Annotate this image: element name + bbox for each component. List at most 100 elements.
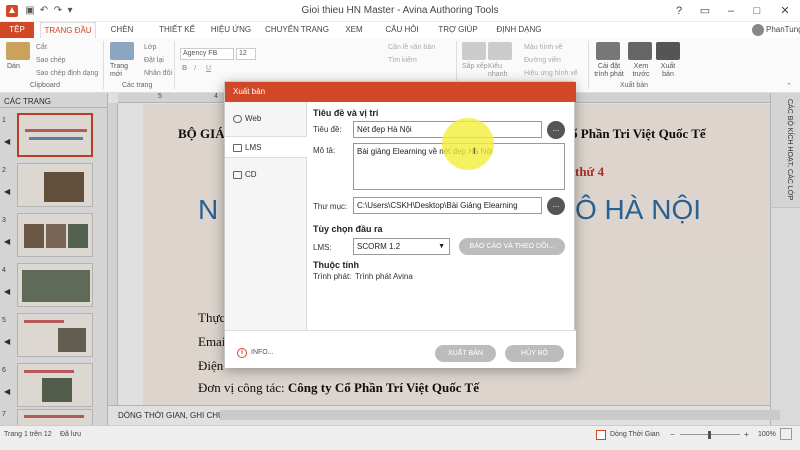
timeline-toggle-icon[interactable] [596,430,606,440]
lms-icon [233,144,242,152]
preview-icon[interactable] [628,42,652,60]
cursor-highlight [442,118,494,170]
dialog-footer: i INFO... XUẤT BẢN HỦY BỎ [225,330,576,368]
shape-effects-button[interactable]: Hiệu ứng hình vẽ [524,70,578,77]
arrange-button[interactable]: Sắp xếp [462,63,488,70]
divider [588,41,589,89]
tab-questions[interactable]: CÂU HỎI [382,22,422,38]
collapse-ribbon-icon[interactable]: ⌃ [786,82,792,90]
quick-style-button[interactable]: Kiểu nhanh [488,63,512,79]
font-size-combo[interactable]: 12 [236,48,256,60]
help-icon[interactable]: ? [666,0,692,22]
nav-cd[interactable]: CD [225,164,307,186]
description-label: Mô tả: [313,146,336,155]
title-bar: Gioi thieu HN Master - Avina Authoring T… [0,0,800,22]
ribbon-display-icon[interactable]: ▭ [692,0,718,22]
arrange-icon[interactable] [462,42,486,60]
clipboard-group-label: Clipboard [30,82,60,89]
cd-icon [233,171,242,179]
duplicate-button[interactable]: Nhân đôi [144,70,172,77]
italic-button[interactable]: I [194,65,196,72]
lms-label: LMS: [313,243,332,252]
font-name-combo[interactable]: Agency FB [180,48,234,60]
title-options-button[interactable]: ... [547,121,565,139]
avatar[interactable] [752,24,764,36]
publish-group-label: Xuất bản [620,82,649,89]
player-value[interactable]: Trình phát Avina [355,272,413,281]
minimize-button[interactable]: – [718,0,744,22]
output-options-section: Tùy chọn đầu ra [313,224,383,234]
format-painter-button[interactable]: Sao chép định dạng [36,70,98,77]
ribbon-tabs: TỆP TRANG ĐẦU CHÈN THIẾT KẾ HIỆU ỨNG CHU… [0,22,800,38]
find-button[interactable]: Tìm kiếm [388,57,417,64]
layer-button[interactable]: Lớp [144,44,156,51]
publish-target-list: Web LMS CD [225,102,307,330]
save-status: Đã lưu [60,431,82,438]
paste-button[interactable]: Dán [7,63,20,70]
copy-button[interactable]: Sao chép [36,57,66,64]
bold-button[interactable]: B [182,65,187,72]
paste-icon[interactable] [6,42,30,60]
tab-home[interactable]: TRANG ĐẦU [40,22,96,38]
tab-view[interactable]: XEM [336,22,372,38]
lms-select[interactable]: SCORM 1.2 ▼ [353,238,450,255]
folder-input[interactable]: C:\Users\CSKH\Desktop\Bài Giảng Elearnin… [353,197,542,214]
redo-icon[interactable]: ↷ [52,5,64,17]
tab-animations[interactable]: HIỆU ỨNG [206,22,256,38]
align-text-button[interactable]: Căn lề văn bản [388,44,435,51]
player-settings-icon[interactable] [596,42,620,60]
nav-web-label: Web [245,114,262,123]
divider [174,41,175,89]
properties-section: Thuộc tính [313,260,359,270]
publish-icon[interactable] [656,42,680,60]
new-slide-button[interactable]: Trang mới [110,63,134,79]
zoom-slider-thumb[interactable] [708,431,711,439]
undo-icon[interactable]: ↶ [38,5,50,17]
preview-button[interactable]: Xem trước [628,63,654,79]
browse-folder-button[interactable]: ... [547,197,565,215]
tab-file[interactable]: TỆP [0,22,34,38]
tab-transitions[interactable]: CHUYỂN TRANG [264,22,330,38]
fit-to-window-icon[interactable] [780,428,792,440]
title-location-section: Tiêu đề và vị trí [313,108,379,118]
player-label: Trình phát: [313,272,352,281]
tab-insert[interactable]: CHÈN [104,22,140,38]
close-button[interactable]: ✕ [772,0,798,22]
info-link[interactable]: INFO... [251,349,274,356]
divider [103,41,104,89]
publish-ribbon-button[interactable]: Xuất bản [656,63,680,79]
zoom-level: 100% [758,431,776,438]
report-tracking-button[interactable]: BÁO CÁO VÀ THEO DÕI... [459,238,565,255]
quick-style-icon[interactable] [488,42,512,60]
quick-access-menu-icon[interactable]: ▾ [64,5,76,17]
nav-web[interactable]: Web [225,108,307,130]
tab-design[interactable]: THIẾT KẾ [152,22,202,38]
underline-button[interactable]: U [206,65,211,72]
reset-button[interactable]: Đặt lại [144,57,164,64]
dialog-title: Xuất bản [225,82,576,102]
app-logo-icon: ▲ [6,5,18,17]
zoom-out-icon[interactable]: − [670,430,675,439]
new-slide-icon[interactable] [110,42,134,60]
slides-group-label: Các trang [122,82,153,89]
tab-help[interactable]: TRỢ GIÚP [436,22,480,38]
publish-button[interactable]: XUẤT BẢN [435,345,496,362]
info-icon[interactable]: i [237,348,247,358]
chevron-down-icon: ▼ [438,243,445,250]
nav-lms-label: LMS [245,143,262,152]
shape-fill-button[interactable]: Màu hình vẽ [524,44,563,51]
nav-lms[interactable]: LMS [225,136,307,158]
player-settings-button[interactable]: Cài đặt trình phát [592,63,626,79]
folder-label: Thư mục: [313,202,348,211]
globe-icon [233,115,242,123]
cut-button[interactable]: Cắt [36,44,47,51]
tab-format[interactable]: ĐỊNH DẠNG [492,22,546,38]
zoom-in-icon[interactable]: + [744,430,749,439]
cancel-button[interactable]: HỦY BỎ [505,345,564,362]
user-name: PhanTung [766,25,800,34]
save-icon[interactable]: ▣ [24,5,36,17]
nav-cd-label: CD [245,170,257,179]
shape-outline-button[interactable]: Đường viền [524,57,561,64]
maximize-button[interactable]: □ [744,0,770,22]
timeline-toggle[interactable]: Dòng Thời Gian [610,431,660,438]
